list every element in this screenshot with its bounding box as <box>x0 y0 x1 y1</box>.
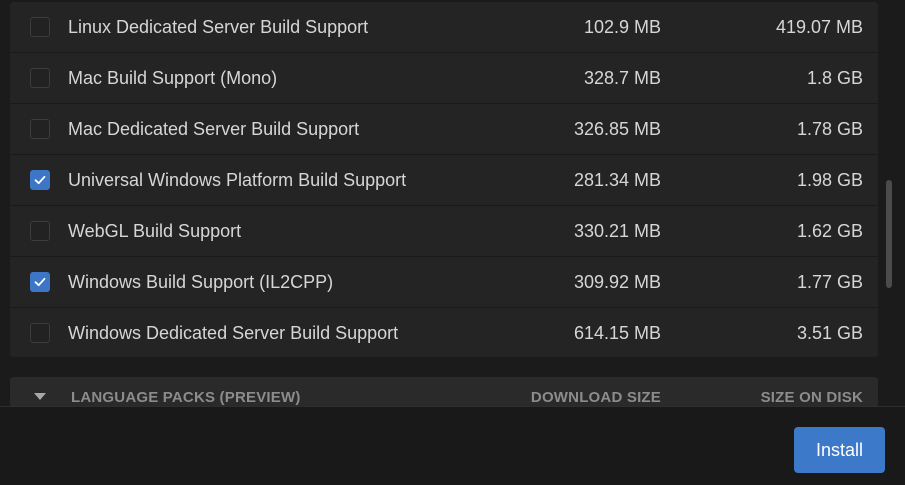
module-checkbox[interactable] <box>30 272 50 292</box>
module-disk-size: 1.8 GB <box>806 67 863 88</box>
module-disk-size: 1.77 GB <box>796 271 863 292</box>
module-row[interactable]: WebGL Build Support 330.21 MB 1.62 GB <box>10 206 878 257</box>
module-name: Windows Build Support (IL2CPP) <box>68 271 334 292</box>
module-checkbox[interactable] <box>30 17 50 37</box>
module-disk-size: 3.51 GB <box>796 322 863 343</box>
modules-scroll-area[interactable]: Linux Dedicated Server Build Support 102… <box>0 0 905 406</box>
module-name: Mac Dedicated Server Build Support <box>68 118 360 139</box>
module-row[interactable]: Mac Build Support (Mono) 328.7 MB 1.8 GB <box>10 53 878 104</box>
module-row[interactable]: Universal Windows Platform Build Support… <box>10 155 878 206</box>
module-name: Linux Dedicated Server Build Support <box>68 16 369 37</box>
module-disk-size: 1.62 GB <box>796 220 863 241</box>
module-row[interactable]: Mac Dedicated Server Build Support 326.8… <box>10 104 878 155</box>
module-disk-size: 419.07 MB <box>775 16 863 37</box>
module-disk-size: 1.78 GB <box>796 118 863 139</box>
module-name: Windows Dedicated Server Build Support <box>68 322 399 343</box>
module-checkbox[interactable] <box>30 119 50 139</box>
section-title: LANGUAGE PACKS (PREVIEW) <box>71 389 301 406</box>
module-download-size: 281.34 MB <box>573 169 661 190</box>
module-checkbox[interactable] <box>30 170 50 190</box>
collapse-arrow-icon[interactable] <box>34 393 46 400</box>
scrollbar-thumb[interactable] <box>886 180 892 288</box>
footer-bar: Install <box>0 406 905 485</box>
module-download-size: 330.21 MB <box>573 220 661 241</box>
language-packs-section-header[interactable]: LANGUAGE PACKS (PREVIEW) DOWNLOAD SIZE S… <box>10 377 878 406</box>
size-on-disk-header: SIZE ON DISK <box>760 389 863 406</box>
download-size-header: DOWNLOAD SIZE <box>530 389 661 406</box>
module-disk-size: 1.98 GB <box>796 169 863 190</box>
module-download-size: 614.15 MB <box>573 322 661 343</box>
module-row[interactable]: Windows Dedicated Server Build Support 6… <box>10 308 878 357</box>
install-button[interactable]: Install <box>794 427 885 473</box>
module-checkbox[interactable] <box>30 68 50 88</box>
checkmark-icon <box>34 277 46 287</box>
checkmark-icon <box>34 175 46 185</box>
module-download-size: 326.85 MB <box>573 118 661 139</box>
platform-modules-list: Linux Dedicated Server Build Support 102… <box>10 2 878 357</box>
module-name: Universal Windows Platform Build Support <box>68 169 407 190</box>
module-name: WebGL Build Support <box>68 220 242 241</box>
module-checkbox[interactable] <box>30 221 50 241</box>
module-download-size: 309.92 MB <box>573 271 661 292</box>
module-row[interactable]: Windows Build Support (IL2CPP) 309.92 MB… <box>10 257 878 308</box>
module-name: Mac Build Support (Mono) <box>68 67 278 88</box>
module-row[interactable]: Linux Dedicated Server Build Support 102… <box>10 2 878 53</box>
module-download-size: 102.9 MB <box>583 16 661 37</box>
module-checkbox[interactable] <box>30 323 50 343</box>
module-download-size: 328.7 MB <box>583 67 661 88</box>
